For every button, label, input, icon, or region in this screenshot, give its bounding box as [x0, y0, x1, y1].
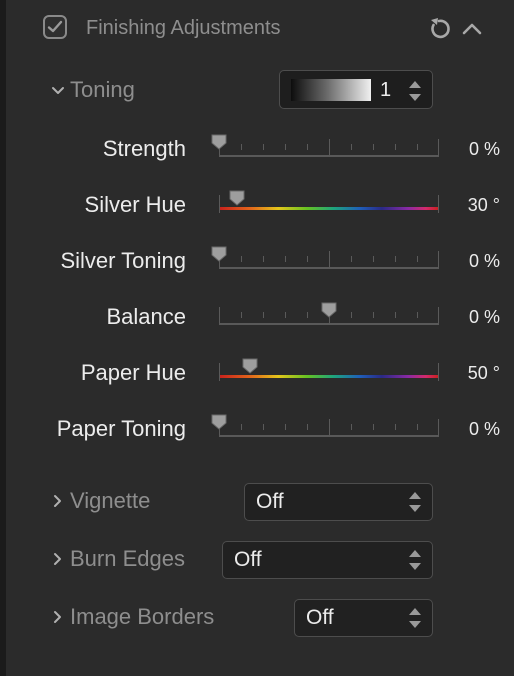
burn-edges-dropdown-arrows-icon	[409, 550, 421, 570]
silver-toning-value: 0 %	[468, 251, 500, 271]
slider-thumb[interactable]	[229, 190, 245, 206]
image-borders-dropdown-arrows-icon	[409, 608, 421, 628]
burn-edges-dropdown-value: Off	[234, 548, 262, 571]
slider-thumb[interactable]	[211, 246, 227, 262]
slider-tick	[351, 312, 352, 318]
slider-tick	[351, 144, 352, 150]
slider-thumb[interactable]	[321, 302, 337, 318]
slider-track-end	[438, 363, 439, 381]
hue-spectrum-bar	[219, 207, 439, 210]
paper-hue-slider[interactable]	[219, 358, 439, 382]
slider-track-end	[438, 251, 439, 269]
slider-tick	[241, 312, 242, 318]
slider-tick	[351, 424, 352, 430]
slider-track-end	[219, 195, 220, 213]
vignette-expand-chevron-icon[interactable]	[51, 494, 65, 508]
reset-icon[interactable]	[426, 16, 452, 42]
silver-hue-value: 30 °	[467, 195, 500, 215]
slider-track-end	[438, 139, 439, 157]
slider-tick	[263, 256, 264, 262]
slider-tick	[241, 424, 242, 430]
hue-spectrum-bar	[219, 375, 439, 378]
strength-slider[interactable]	[211, 134, 439, 158]
slider-tick	[307, 424, 308, 430]
slider-track-end	[438, 307, 439, 325]
slider-tick	[395, 424, 396, 430]
silver-toning-slider[interactable]	[211, 246, 439, 270]
slider-tick	[351, 256, 352, 262]
slider-tick	[241, 256, 242, 262]
balance-slider[interactable]	[219, 302, 439, 326]
enable-checkbox[interactable]	[43, 15, 67, 39]
slider-tick	[263, 424, 264, 430]
slider-tick	[307, 144, 308, 150]
slider-tick	[285, 144, 286, 150]
finishing-adjustments-panel: Finishing Adjustments Toning 1 Strength …	[6, 0, 514, 676]
slider-tick	[373, 256, 374, 262]
slider-thumb[interactable]	[211, 414, 227, 430]
slider-tick	[395, 256, 396, 262]
slider-tick	[307, 312, 308, 318]
slider-track-end	[219, 363, 220, 381]
strength-value: 0 %	[468, 139, 500, 159]
slider-thumb[interactable]	[242, 358, 258, 374]
slider-track-end	[219, 307, 220, 325]
silver-hue-label: Silver Hue	[84, 192, 186, 217]
strength-label: Strength	[102, 136, 186, 161]
paper-toning-value: 0 %	[468, 419, 500, 439]
balance-value: 0 %	[468, 307, 500, 327]
vignette-dropdown-value: Off	[256, 490, 284, 513]
silver-toning-label: Silver Toning	[60, 248, 186, 273]
slider-tick	[285, 424, 286, 430]
slider-tick	[329, 251, 330, 269]
toning-preset-swatch	[291, 79, 371, 101]
checkmark-icon	[47, 20, 63, 33]
slider-thumb[interactable]	[211, 134, 227, 150]
vignette-dropdown-arrows-icon	[409, 492, 421, 512]
paper-toning-slider[interactable]	[211, 414, 439, 438]
toning-expand-chevron-icon[interactable]	[51, 84, 65, 98]
collapse-chevron-icon[interactable]	[459, 17, 485, 41]
silver-hue-slider[interactable]	[219, 190, 439, 214]
slider-tick	[263, 144, 264, 150]
slider-tick	[417, 312, 418, 318]
slider-tick	[285, 312, 286, 318]
panel-title: Finishing Adjustments	[86, 17, 281, 39]
slider-track-end	[438, 195, 439, 213]
slider-tick	[285, 256, 286, 262]
slider-track-end	[438, 419, 439, 437]
slider-tick	[373, 424, 374, 430]
burn-edges-section-label[interactable]: Burn Edges	[70, 546, 185, 572]
balance-label: Balance	[106, 304, 186, 329]
slider-tick	[395, 312, 396, 318]
slider-tick	[417, 424, 418, 430]
slider-tick	[417, 256, 418, 262]
toning-section-label[interactable]: Toning	[70, 77, 135, 103]
slider-tick	[263, 312, 264, 318]
image-borders-section-label[interactable]: Image Borders	[70, 604, 214, 630]
toning-preset-value: 1	[380, 79, 392, 101]
paper-hue-value: 50 °	[467, 363, 500, 383]
slider-tick	[417, 144, 418, 150]
slider-tick	[329, 139, 330, 157]
slider-tick	[241, 144, 242, 150]
vignette-section-label[interactable]: Vignette	[70, 488, 150, 514]
image-borders-dropdown-value: Off	[306, 606, 334, 629]
slider-tick	[373, 144, 374, 150]
image-borders-expand-chevron-icon[interactable]	[51, 610, 65, 624]
slider-tick	[373, 312, 374, 318]
slider-tick	[329, 419, 330, 437]
preset-stepper-icon[interactable]	[408, 79, 422, 103]
paper-toning-label: Paper Toning	[56, 416, 186, 441]
slider-tick	[307, 256, 308, 262]
slider-tick	[395, 144, 396, 150]
burn-edges-expand-chevron-icon[interactable]	[51, 552, 65, 566]
paper-hue-label: Paper Hue	[80, 360, 186, 385]
